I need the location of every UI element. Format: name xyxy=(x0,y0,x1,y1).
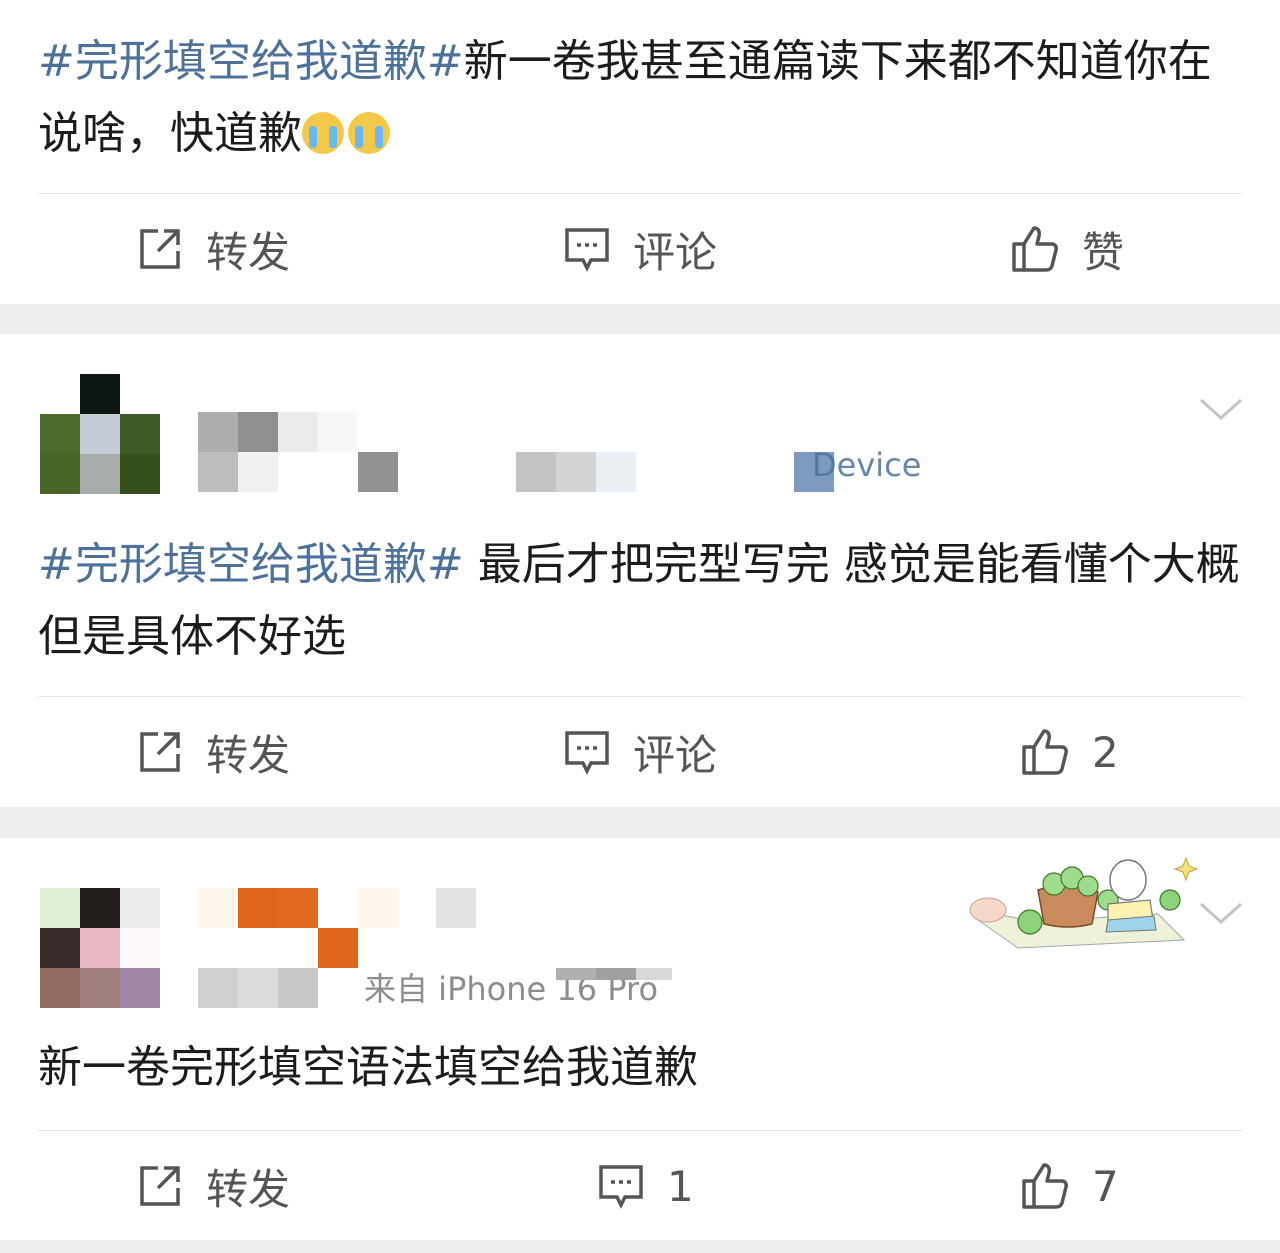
decoration-sticker-image xyxy=(969,856,1198,949)
repost-label: 转发 xyxy=(206,227,291,277)
chevron-down-icon[interactable] xyxy=(1198,898,1244,928)
comment-label: 评论 xyxy=(633,730,718,780)
source-text: Device xyxy=(812,446,922,484)
comment-button[interactable]: 评论 xyxy=(563,697,717,807)
like-button[interactable]: 7 xyxy=(1020,1131,1119,1241)
like-button[interactable]: 赞 xyxy=(1010,194,1124,304)
avatar[interactable] xyxy=(40,888,160,1008)
repost-label: 转发 xyxy=(206,730,291,780)
like-icon xyxy=(1022,729,1068,775)
post-text: 新一卷完形填空语法填空给我道歉 xyxy=(38,1032,1248,1104)
post-meta: Device xyxy=(516,446,936,492)
chevron-down-icon[interactable] xyxy=(1198,394,1244,424)
username[interactable] xyxy=(198,888,498,968)
repost-button[interactable]: 转发 xyxy=(136,697,290,807)
action-bar: 转发 评论 2 xyxy=(0,697,1280,807)
hashtag-link[interactable]: #完形填空给我道歉# xyxy=(38,36,464,87)
comment-count: 1 xyxy=(667,1161,694,1211)
post-body: 新一卷完形填空语法填空给我道歉 xyxy=(38,1042,698,1093)
repost-icon xyxy=(140,1166,180,1206)
like-icon xyxy=(1012,226,1058,272)
repost-button[interactable]: 转发 xyxy=(136,1131,290,1241)
comment-label: 评论 xyxy=(633,227,718,277)
comment-button[interactable]: 评论 xyxy=(563,194,717,304)
post-meta: 来自 iPhone 16 Pro xyxy=(198,968,718,1008)
repost-button[interactable]: 转发 xyxy=(136,194,290,304)
post-text: #完形填空给我道歉# 最后才把完型写完 感觉是能看懂个大概但是具体不好选 xyxy=(38,529,1248,673)
crying-face-emoji xyxy=(302,112,344,154)
like-label: 赞 xyxy=(1082,227,1125,277)
post-card-2: Device #完形填空给我道歉# 最后才把完型写完 感觉是能看懂个大概但是具体… xyxy=(0,334,1280,807)
action-bar: 转发 1 7 xyxy=(0,1131,1280,1241)
like-count: 2 xyxy=(1092,727,1119,777)
comment-icon xyxy=(565,228,609,272)
hashtag-link[interactable]: #完形填空给我道歉# xyxy=(38,539,464,590)
crying-face-emoji xyxy=(348,112,390,154)
like-count: 7 xyxy=(1092,1161,1119,1211)
repost-icon xyxy=(140,732,180,772)
avatar[interactable] xyxy=(40,374,160,494)
repost-label: 转发 xyxy=(206,1164,291,1214)
action-bar: 转发 评论 赞 xyxy=(0,194,1280,304)
like-button[interactable]: 2 xyxy=(1020,697,1119,807)
comment-icon xyxy=(599,1165,643,1209)
repost-icon xyxy=(140,229,180,269)
post-card-1: #完形填空给我道歉#新一卷我甚至通篇读下来都不知道你在说啥，快道歉 转发 评论 … xyxy=(0,0,1280,304)
like-icon xyxy=(1022,1163,1068,1209)
comment-icon xyxy=(565,731,609,775)
comment-button[interactable]: 1 xyxy=(597,1131,694,1241)
post-card-3: 来自 iPhone 16 Pro 新一卷完形填空语法填空给我道歉 转发 1 7 xyxy=(0,838,1280,1240)
post-text: #完形填空给我道歉#新一卷我甚至通篇读下来都不知道你在说啥，快道歉 xyxy=(38,26,1248,170)
